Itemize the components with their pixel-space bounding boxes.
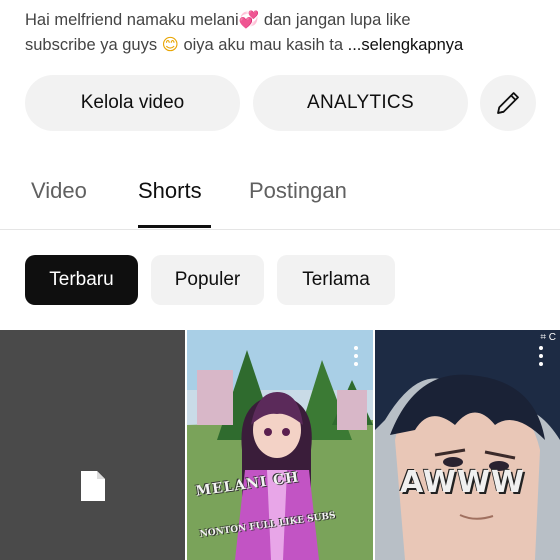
channel-description[interactable]: Hai melfriend namaku melani💞 dan jangan … bbox=[25, 8, 545, 58]
description-text: subscribe ya guys bbox=[25, 36, 162, 54]
description-text: Hai melfriend namaku melani bbox=[25, 11, 239, 29]
tab-posts[interactable]: Postingan bbox=[249, 178, 347, 204]
show-more-link[interactable]: ...selengkapnya bbox=[348, 36, 464, 54]
more-vert-icon[interactable] bbox=[353, 346, 359, 368]
chip-oldest[interactable]: Terlama bbox=[277, 255, 395, 305]
smile-emoji-icon: 😊 bbox=[161, 36, 179, 54]
description-line-2: subscribe ya guys 😊 oiya aku mau kasih t… bbox=[25, 33, 545, 58]
corner-tag: ⌗ C bbox=[540, 332, 556, 343]
short-overlay-title: AWWW bbox=[400, 465, 526, 500]
analytics-button[interactable]: ANALYTICS bbox=[253, 75, 468, 131]
shorts-grid: MELANI CH NONTON FULL LIKE SUBS ⌗ C AWWW bbox=[0, 330, 560, 560]
manage-videos-button[interactable]: Kelola video bbox=[25, 75, 240, 131]
channel-tabs: Video Shorts Postingan bbox=[0, 160, 560, 230]
edit-channel-button[interactable] bbox=[480, 75, 536, 131]
active-tab-indicator bbox=[138, 225, 211, 228]
short-thumbnail[interactable]: MELANI CH NONTON FULL LIKE SUBS bbox=[187, 330, 373, 560]
tab-video[interactable]: Video bbox=[31, 178, 87, 204]
chip-popular[interactable]: Populer bbox=[151, 255, 264, 305]
description-text: dan jangan lupa like bbox=[259, 11, 411, 29]
description-line-1: Hai melfriend namaku melani💞 dan jangan … bbox=[25, 8, 545, 33]
more-vert-icon[interactable] bbox=[538, 346, 544, 368]
description-text: oiya aku mau kasih ta bbox=[178, 36, 344, 54]
short-thumbnail[interactable]: ⌗ C AWWW bbox=[375, 330, 560, 560]
anime-boy-image bbox=[375, 330, 560, 560]
pencil-icon bbox=[497, 92, 519, 114]
file-icon bbox=[81, 471, 105, 501]
heart-emoji-icon: 💞 bbox=[238, 11, 260, 29]
short-thumbnail[interactable] bbox=[0, 330, 185, 560]
chip-newest[interactable]: Terbaru bbox=[25, 255, 138, 305]
tab-shorts[interactable]: Shorts bbox=[138, 178, 202, 204]
channel-actions: Kelola video ANALYTICS bbox=[25, 75, 536, 131]
